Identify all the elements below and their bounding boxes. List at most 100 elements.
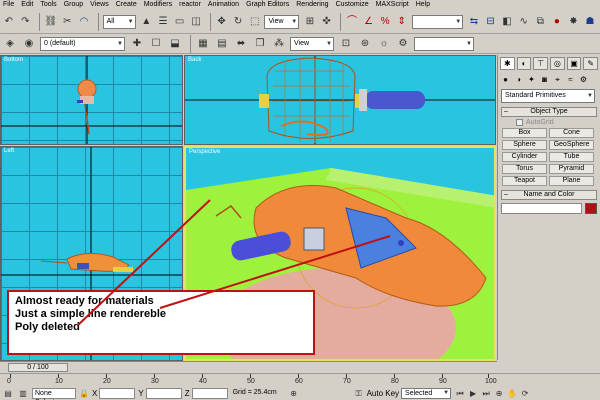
- select-object-icon[interactable]: ▲: [140, 14, 154, 30]
- script-mini-icon[interactable]: ▥: [17, 388, 29, 399]
- time-tag-icon[interactable]: ⊕: [288, 388, 300, 399]
- spacewarps-icon[interactable]: ≈: [565, 74, 576, 85]
- cameras-icon[interactable]: ◙: [539, 74, 550, 85]
- select-in-layer-icon[interactable]: ☐: [148, 36, 164, 52]
- preset-dropdown[interactable]: [414, 36, 474, 51]
- systems-icon[interactable]: ⚙: [578, 74, 589, 85]
- viewport-label[interactable]: Back: [188, 57, 201, 63]
- render-setup-icon[interactable]: ✸: [567, 14, 581, 30]
- transform-toolbox-icon[interactable]: ▦: [195, 36, 211, 52]
- helpers-icon[interactable]: ⌖: [552, 74, 563, 85]
- z-coord-field[interactable]: [191, 388, 228, 399]
- reactor-icon[interactable]: ⚙: [395, 36, 411, 52]
- reference-coordinate-dropdown[interactable]: View: [264, 14, 300, 29]
- menu-file[interactable]: File: [3, 0, 14, 10]
- unlink-icon[interactable]: ✂: [61, 14, 75, 30]
- viewport-label[interactable]: Bottom: [4, 57, 23, 63]
- select-by-name-icon[interactable]: ☰: [156, 14, 170, 30]
- auto-key-button[interactable]: Auto Key: [367, 389, 399, 398]
- curve-editor-icon[interactable]: ∿: [517, 14, 531, 30]
- orbit-icon[interactable]: ⟳: [520, 388, 530, 399]
- redo-icon[interactable]: ↷: [19, 14, 33, 30]
- viewport-label[interactable]: Left: [4, 148, 14, 154]
- menu-animation[interactable]: Animation: [208, 0, 239, 10]
- name-and-color-rollout[interactable]: Name and Color: [501, 190, 597, 200]
- add-layer-icon[interactable]: ✚: [129, 36, 145, 52]
- menu-create[interactable]: Create: [116, 0, 137, 10]
- array-icon[interactable]: ⁂: [271, 36, 287, 52]
- shapes-icon[interactable]: ◑: [513, 74, 524, 85]
- clone-icon[interactable]: ❐: [252, 36, 268, 52]
- lock-selection-icon[interactable]: 🔒: [79, 388, 89, 399]
- menu-rendering[interactable]: Rendering: [296, 0, 328, 10]
- menu-modifiers[interactable]: Modifiers: [144, 0, 172, 10]
- scale-icon[interactable]: ⬚: [248, 14, 262, 30]
- geometry-icon[interactable]: ●: [500, 74, 511, 85]
- render-production-icon[interactable]: ⊛: [357, 36, 373, 52]
- bind-spacewarp-icon[interactable]: ◠: [77, 14, 91, 30]
- select-link-icon[interactable]: ⛓: [44, 14, 58, 30]
- menu-reactor[interactable]: reactor: [179, 0, 201, 10]
- angle-snap-icon[interactable]: ∠: [362, 14, 376, 30]
- menu-graph-editors[interactable]: Graph Editors: [246, 0, 289, 10]
- teapot-button[interactable]: Teapot: [502, 176, 547, 186]
- key-filter-dropdown[interactable]: Selected: [401, 388, 452, 399]
- cylinder-button[interactable]: Cylinder: [502, 152, 547, 162]
- object-color-swatch[interactable]: [585, 203, 597, 214]
- snap-toggle-icon[interactable]: ⌒: [345, 14, 359, 30]
- autogrid-checkbox[interactable]: [516, 119, 523, 126]
- spinner-snap-icon[interactable]: ⇕: [395, 14, 409, 30]
- percent-snap-icon[interactable]: %: [378, 14, 392, 30]
- mirror-icon[interactable]: ⇆: [467, 14, 481, 30]
- zoom-icon[interactable]: ⊕: [494, 388, 504, 399]
- go-to-start-icon[interactable]: ⏮: [455, 388, 465, 399]
- plane-button[interactable]: Plane: [549, 176, 594, 186]
- display-tab-icon[interactable]: ▣: [566, 57, 582, 70]
- layer-manager-icon[interactable]: ◧: [500, 14, 514, 30]
- spacing-tool-icon[interactable]: ⬌: [233, 36, 249, 52]
- box-button[interactable]: Box: [502, 128, 547, 138]
- quick-render-icon[interactable]: ☗: [583, 14, 597, 30]
- primitive-type-dropdown[interactable]: Standard Primitives: [501, 89, 595, 103]
- utilities-tab-icon[interactable]: ✎: [583, 57, 599, 70]
- align-icon[interactable]: ⊟: [484, 14, 498, 30]
- layer-icon[interactable]: ◈: [2, 36, 18, 52]
- selection-filter-dropdown[interactable]: All: [102, 14, 136, 29]
- create-tab-icon[interactable]: ✱: [500, 57, 515, 70]
- sphere-button[interactable]: Sphere: [502, 140, 547, 150]
- modify-tab-icon[interactable]: ◐: [516, 57, 532, 70]
- align-view-icon[interactable]: ▤: [214, 36, 230, 52]
- y-coord-field[interactable]: [145, 388, 182, 399]
- window-crossing-icon[interactable]: ◫: [189, 14, 203, 30]
- render-frame-icon[interactable]: ⊡: [338, 36, 354, 52]
- move-icon[interactable]: ✥: [215, 14, 229, 30]
- viewport-back[interactable]: Back: [184, 55, 496, 145]
- pan-icon[interactable]: ✋: [507, 388, 517, 399]
- viewport-bottom[interactable]: Bottom: [0, 55, 183, 145]
- lights-icon[interactable]: ✦: [526, 74, 537, 85]
- autogrid-option[interactable]: AutoGrid: [516, 119, 600, 126]
- pyramid-button[interactable]: Pyramid: [549, 164, 594, 174]
- set-key-icon[interactable]: ⚿: [354, 388, 364, 399]
- rotate-icon[interactable]: ↻: [231, 14, 245, 30]
- named-selection-sets-field[interactable]: [411, 14, 464, 29]
- motion-tab-icon[interactable]: ◎: [550, 57, 565, 70]
- geosphere-button[interactable]: GeoSphere: [549, 140, 594, 150]
- rectangle-selection-icon[interactable]: ▭: [173, 14, 187, 30]
- object-name-input[interactable]: [501, 203, 582, 214]
- menu-maxscript[interactable]: MAXScript: [376, 0, 409, 10]
- menu-customize[interactable]: Customize: [336, 0, 369, 10]
- object-type-rollout[interactable]: Object Type: [501, 107, 597, 117]
- x-coord-field[interactable]: [99, 388, 136, 399]
- menu-views[interactable]: Views: [90, 0, 109, 10]
- undo-icon[interactable]: ↶: [2, 14, 16, 30]
- go-to-end-icon[interactable]: ⏭: [481, 388, 491, 399]
- layer-dropdown[interactable]: 0 (default): [40, 36, 125, 51]
- menu-edit[interactable]: Edit: [21, 0, 33, 10]
- viewport-label[interactable]: Perspective: [189, 149, 220, 155]
- torus-button[interactable]: Torus: [502, 164, 547, 174]
- material-editor-icon[interactable]: ●: [550, 14, 564, 30]
- environment-icon[interactable]: ☼: [376, 36, 392, 52]
- play-icon[interactable]: ▶: [468, 388, 478, 399]
- pivot-center-icon[interactable]: ⊞: [303, 14, 317, 30]
